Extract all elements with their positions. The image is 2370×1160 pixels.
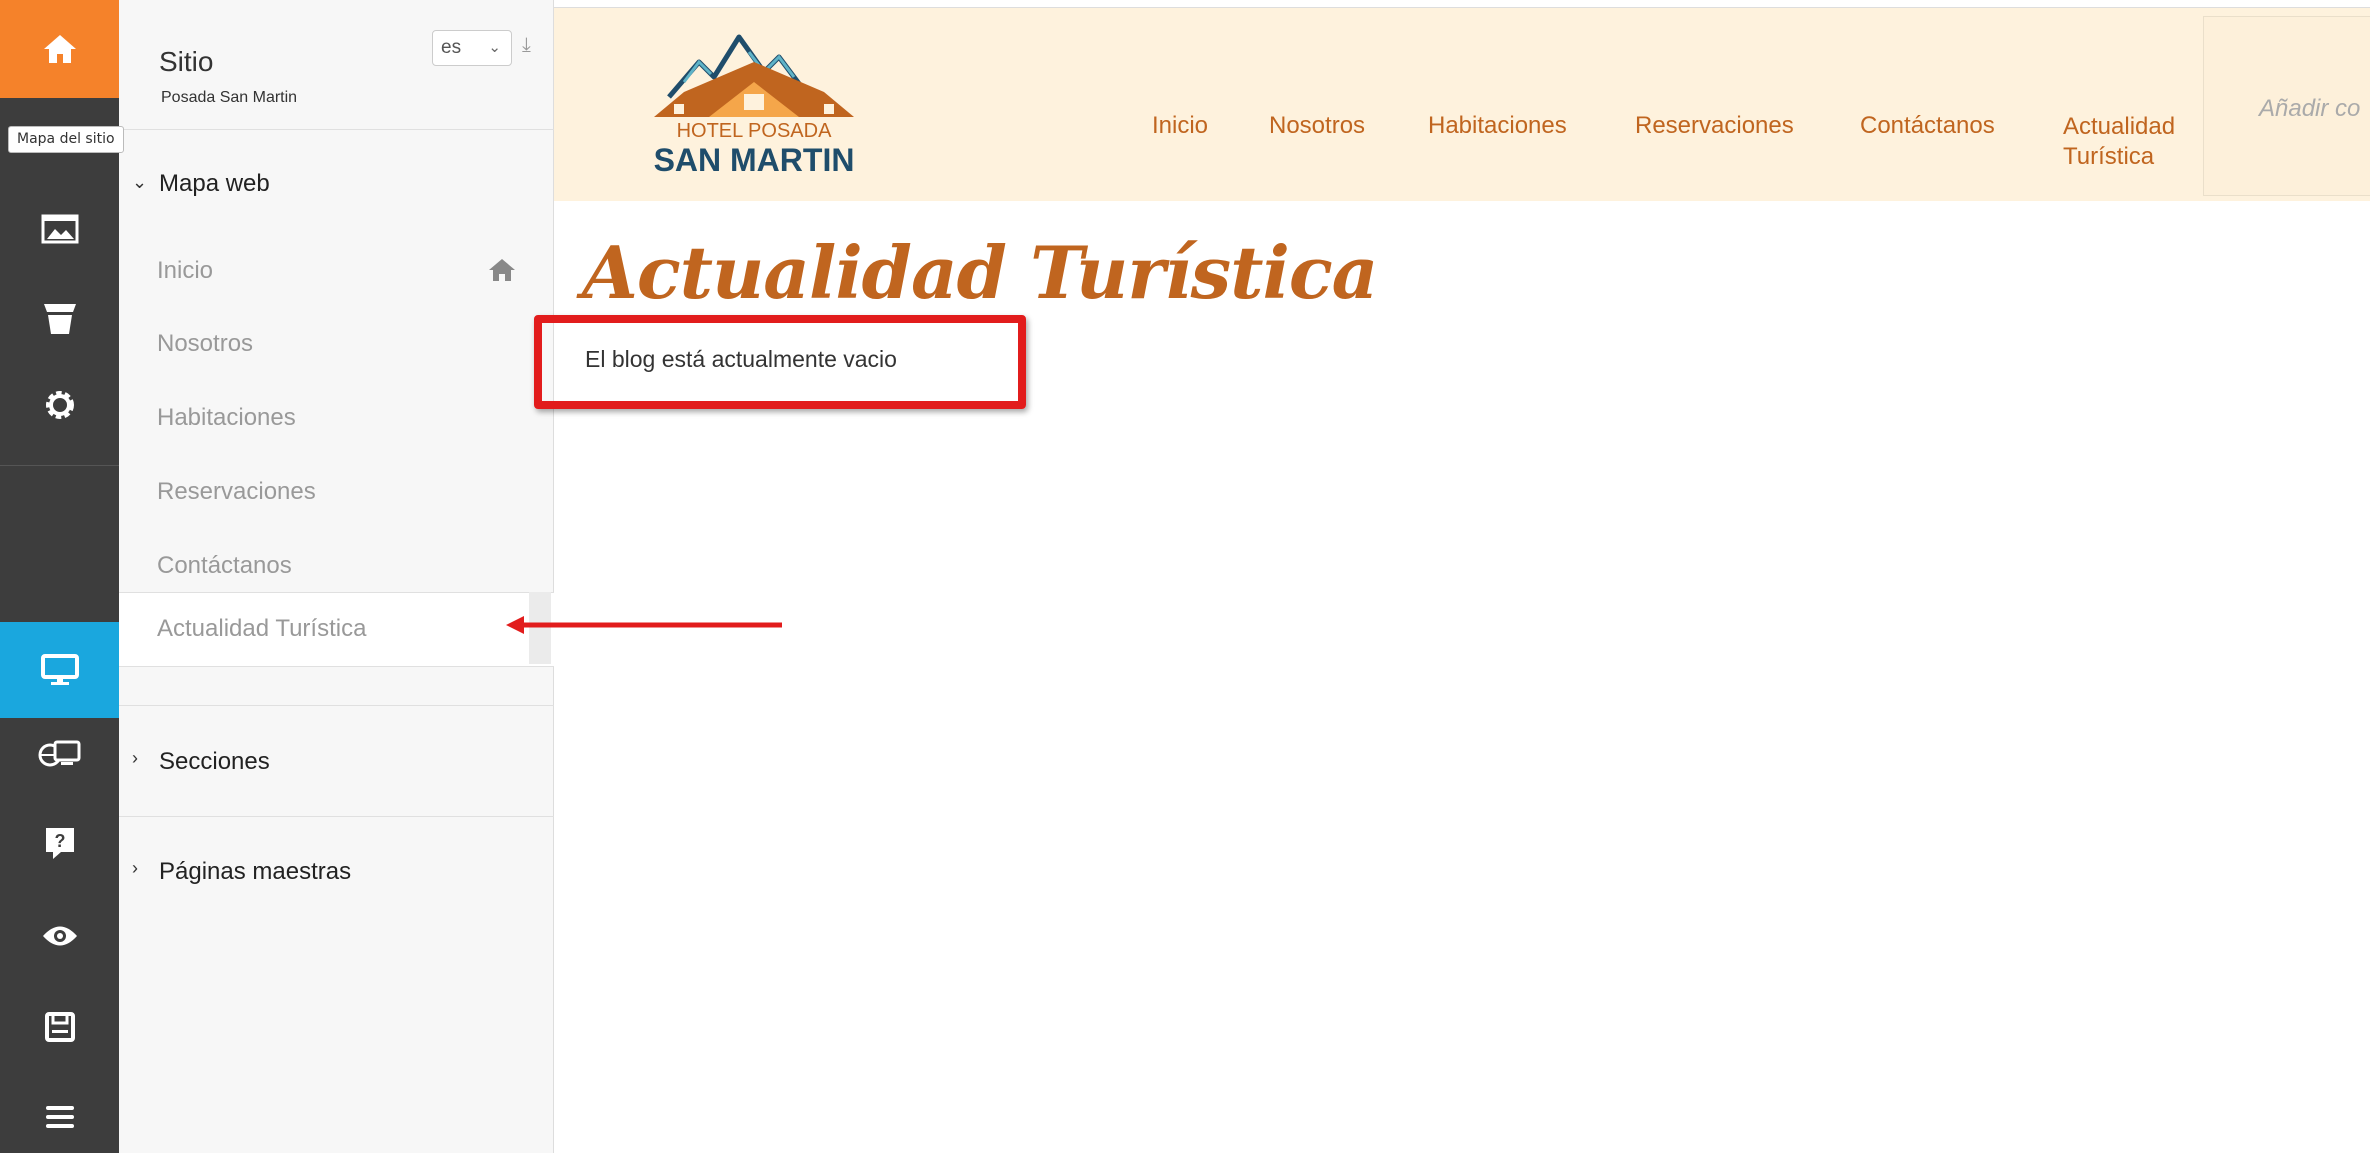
export-icon[interactable]: ⤓ [522,34,531,57]
site-header: HOTEL POSADA SAN MARTIN Inicio Nosotros … [554,8,2370,201]
store-button[interactable] [0,275,119,361]
logo-line1: HOTEL POSADA [676,120,832,142]
desktop-button[interactable] [0,622,119,718]
page-label: Inicio [157,257,214,284]
page-item-nosotros[interactable]: Nosotros [119,308,554,381]
save-icon [44,1012,75,1042]
nav-label-line1: Actualidad [2063,113,2176,140]
logo-line2: SAN MARTIN [653,142,855,178]
preview-button[interactable] [0,893,119,979]
toolbar-divider [0,465,119,466]
chevron-down-icon: ⌄ [488,39,501,56]
page-label: Actualidad Turística [157,615,367,642]
panel-header: Sitio Posada San Martin es ⌄ ⤓ [119,0,554,130]
left-toolbar: ? [0,0,119,1153]
menu-button[interactable] [0,1074,119,1160]
site-logo[interactable]: HOTEL POSADA SAN MARTIN [639,22,869,182]
page-label: Nosotros [157,330,254,357]
sitemap-label: Mapa web [159,170,270,197]
nav-habitaciones[interactable]: Habitaciones [1428,112,1567,140]
site-title: Sitio [159,46,214,77]
sections-label: Secciones [159,748,270,775]
add-comment-box[interactable]: Añadir co [2203,16,2370,196]
nav-contactanos[interactable]: Contáctanos [1860,112,1995,140]
menu-icon [45,1106,74,1128]
page-label: Contáctanos [157,552,292,579]
eye-icon [42,926,77,946]
page-item-inicio[interactable]: Inicio [119,235,554,308]
page-item-reservaciones[interactable]: Reservaciones [119,456,554,529]
nav-nosotros[interactable]: Nosotros [1269,112,1365,140]
mountain-house-logo-icon [654,34,854,117]
chevron-right-icon: › [132,858,138,878]
nav-label-line2: Turística [2063,143,2155,170]
store-icon [43,304,76,334]
chevron-right-icon: › [132,748,138,768]
images-icon [41,214,78,244]
chevron-down-icon: ⌄ [132,172,148,192]
svg-text:?: ? [54,831,65,851]
language-select[interactable]: es ⌄ [432,30,512,66]
language-value: es [441,37,462,58]
blog-empty-message: El blog está actualmente vacio [585,346,897,372]
help-icon: ? [45,828,74,859]
desktop-icon [40,654,79,685]
site-subtitle: Posada San Martin [161,89,298,106]
nav-inicio[interactable]: Inicio [1152,112,1208,140]
devices-button[interactable] [0,712,119,798]
divider [119,705,554,706]
gear-icon [45,391,74,419]
add-comment-placeholder: Añadir co [2259,95,2361,122]
preview-top-border [554,0,2370,8]
divider [119,816,554,817]
annotation-arrow [506,616,782,634]
page-label: Reservaciones [157,478,316,505]
home-icon [43,35,76,63]
save-button[interactable] [0,984,119,1070]
home-button[interactable] [0,0,119,98]
home-page-icon [489,259,515,281]
sitemap-tooltip: Mapa del sitio [8,126,124,153]
images-button[interactable] [0,185,119,271]
site-panel: Sitio Posada San Martin es ⌄ ⤓ ⌄ Mapa we… [119,0,554,1153]
settings-button[interactable] [0,362,119,448]
nav-actualidad-turistica[interactable]: Actualidad Turística [2063,112,2175,172]
page-label: Habitaciones [157,404,296,431]
page-item-habitaciones[interactable]: Habitaciones [119,382,554,455]
web-devices-icon [38,740,80,767]
master-pages-label: Páginas maestras [159,858,352,885]
page-item-actualidad-turistica[interactable]: Actualidad Turística [119,592,554,667]
nav-reservaciones[interactable]: Reservaciones [1635,112,1794,140]
help-button[interactable]: ? [0,800,119,886]
page-title: Actualidad Turística [582,230,1378,315]
